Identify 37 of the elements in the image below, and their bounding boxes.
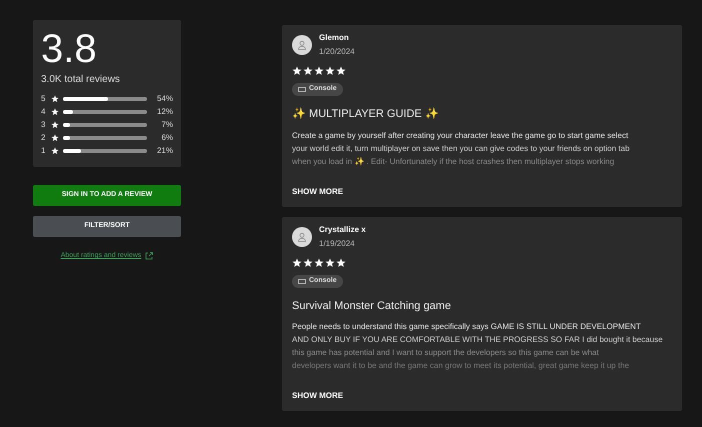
avatar-icon	[292, 226, 312, 246]
review-date: 1/20/2024	[319, 46, 355, 58]
external-link-icon	[145, 252, 154, 260]
star-icon	[51, 108, 59, 116]
star-icon	[51, 121, 59, 129]
review-text-line: when you load in ✨ . Edit- Unfortunately if the host crashes then multiplayer stops working	[292, 156, 616, 168]
total-reviews: 3.0K total reviews	[41, 73, 121, 87]
review-text-line: developers want it to be and the game can grow to meet its potential, great game keep it up the	[292, 360, 630, 372]
star-count: 1	[41, 145, 46, 157]
average-rating: 3.8	[41, 26, 98, 72]
percent-label: 54%	[156, 93, 173, 105]
review-text-line: People needs to understand this game specifically says GAME IS STILL UNDER DEVELOPMENT	[292, 321, 642, 333]
review-text-line: this game has potential and I want to support the developers so this game can be what	[292, 347, 600, 359]
review-text-line: AND ONLY BUY IF YOU ARE COMFORTABLE WITH THE PROGRESS SO FAR I did bought it because	[292, 334, 664, 346]
console-icon	[298, 87, 306, 92]
star-count: 2	[41, 132, 46, 144]
console-icon	[298, 278, 306, 284]
star-icon	[51, 134, 59, 142]
percent-label: 12%	[156, 106, 173, 118]
review-text-line: your world edit it, turn multiplayer on save then you can give codes to your friends on option tab	[292, 142, 631, 154]
star-count: 4	[41, 106, 46, 118]
percent-label: 6%	[160, 132, 173, 144]
star-icon	[51, 147, 59, 155]
star-icon	[51, 95, 59, 103]
percent-label: 7%	[160, 119, 173, 131]
review-date: 1/19/2024	[319, 238, 356, 250]
star-count: 5	[41, 93, 46, 105]
author-name: Glemon	[319, 32, 350, 44]
star-count: 3	[41, 119, 46, 131]
show-more-button[interactable]: SHOW MORE	[292, 390, 344, 402]
avatar-icon	[292, 35, 312, 55]
review-title: ✨ MULTIPLAYER GUIDE ✨	[292, 106, 440, 122]
review-title: Survival Monster Catching game	[292, 298, 452, 314]
percent-label: 21%	[156, 145, 173, 157]
show-more-button[interactable]: SHOW MORE	[292, 186, 344, 198]
review-text-line: Create a game by yourself after creating your character leave the game go to start game select	[292, 130, 630, 142]
author-name: Crystallize x	[319, 224, 366, 236]
